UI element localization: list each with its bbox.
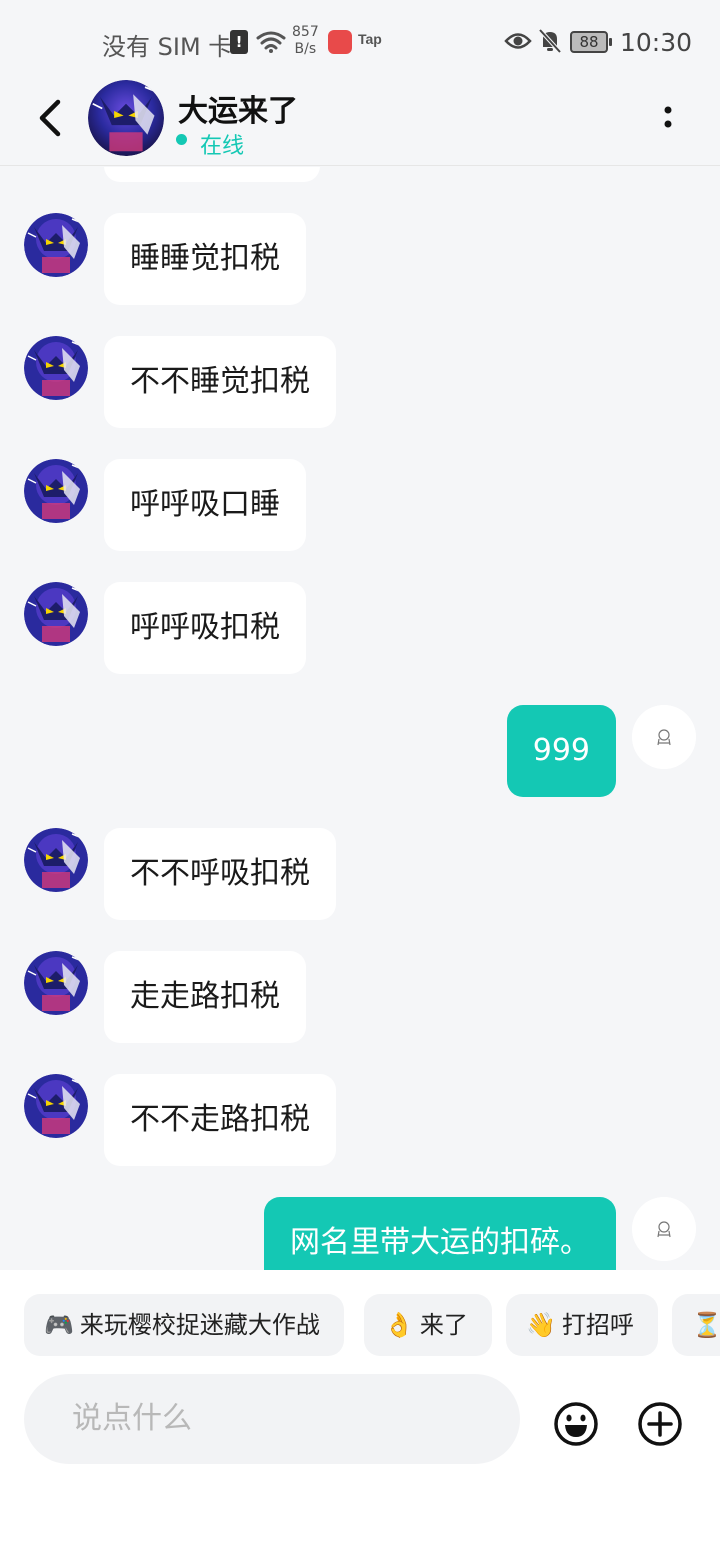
contact-avatar[interactable]	[24, 1074, 88, 1138]
contact-avatar[interactable]	[24, 336, 88, 400]
online-status: 在线	[200, 134, 245, 159]
message-bubble[interactable]: 不不睡觉扣税	[104, 336, 336, 428]
quick-reply-chip[interactable]: 🎮 来玩樱校捉迷藏大作战	[24, 1294, 344, 1356]
contact-name: 大运来了	[178, 94, 298, 129]
taptap-icon: Tap	[358, 31, 382, 47]
received-message-row: 不不走路扣税	[0, 1074, 720, 1166]
quick-reply-icon: 👌	[384, 1311, 414, 1339]
eye-icon	[504, 33, 532, 49]
speed-value: 857	[292, 24, 319, 40]
message-bubble[interactable]: 睡睡觉扣税	[104, 213, 306, 305]
quick-reply-icon: 🎮	[44, 1311, 74, 1339]
partial-message-bubble	[104, 167, 320, 182]
message-bubble[interactable]: 走走路扣税	[104, 951, 306, 1043]
received-message-row: 不不呼吸扣税	[0, 828, 720, 920]
quick-reply-chip[interactable]: ⏳	[672, 1294, 720, 1356]
contact-avatar[interactable]	[24, 951, 88, 1015]
message-bubble[interactable]: 不不走路扣税	[104, 1074, 336, 1166]
sim-alert-icon: !	[230, 30, 248, 54]
received-message-row: 睡睡觉扣税	[0, 213, 720, 305]
message-bubble[interactable]: 不不呼吸扣税	[104, 828, 336, 920]
network-speed: 857 B/s	[292, 24, 319, 58]
received-message-row: 呼呼吸口睡	[0, 459, 720, 551]
status-bar: 没有 SIM 卡 ! 857 B/s Tap 88 10:30	[0, 0, 720, 84]
sent-message-row: 999	[0, 705, 720, 797]
message-list[interactable]: 睡睡觉扣税不不睡觉扣税 呼呼吸口睡呼呼吸扣税 999 不不呼吸扣税 走走路扣税不不走路扣…	[0, 167, 720, 1270]
quick-reply-bar: 🎮 来玩樱校捉迷藏大作战 👌 来了 👋 打招呼 ⏳	[24, 1294, 720, 1356]
quick-reply-label: 打招呼	[561, 1311, 634, 1339]
quick-reply-icon: ⏳	[692, 1311, 720, 1339]
bell-off-icon	[538, 28, 562, 54]
chevron-left-icon[interactable]	[30, 96, 70, 140]
message-bubble[interactable]: 999	[506, 705, 616, 797]
quick-reply-label: 来了	[419, 1311, 468, 1339]
message-bubble[interactable]: 呼呼吸扣税	[104, 582, 306, 674]
smiley-icon[interactable]	[552, 1400, 600, 1448]
contact-avatar[interactable]	[24, 828, 88, 892]
contact-avatar[interactable]	[24, 213, 88, 277]
contact-avatar[interactable]	[24, 459, 88, 523]
chat-header: 大运来了 在线	[0, 80, 720, 166]
plus-circle-icon[interactable]	[636, 1400, 684, 1448]
carrier-text: 没有 SIM 卡	[102, 33, 233, 61]
my-avatar[interactable]	[632, 1197, 696, 1261]
battery-icon: 88	[570, 31, 612, 53]
sent-message-row: 网名里带大运的扣碎。	[0, 1197, 720, 1270]
more-vertical-icon[interactable]	[656, 100, 680, 134]
received-message-row: 呼呼吸扣税	[0, 582, 720, 674]
composer-panel: 🎮 来玩樱校捉迷藏大作战 👌 来了 👋 打招呼 ⏳	[0, 1270, 720, 1560]
message-bubble[interactable]: 呼呼吸口睡	[104, 459, 306, 551]
online-dot	[176, 134, 187, 145]
contact-avatar[interactable]	[24, 582, 88, 646]
message-input[interactable]	[24, 1374, 520, 1464]
received-message-row: 走走路扣税	[0, 951, 720, 1043]
quick-reply-chip[interactable]: 👌 来了	[364, 1294, 492, 1356]
contact-avatar[interactable]	[88, 80, 164, 156]
received-message-row: 不不睡觉扣税	[0, 336, 720, 428]
wifi-icon	[256, 31, 286, 53]
speed-unit: B/s	[294, 41, 317, 57]
message-bubble[interactable]: 网名里带大运的扣碎。	[264, 1197, 616, 1270]
clock: 10:30	[620, 28, 693, 57]
app-store-icon	[328, 30, 352, 54]
quick-reply-icon: 👋	[526, 1311, 556, 1339]
quick-reply-chip[interactable]: 👋 打招呼	[506, 1294, 658, 1356]
my-avatar[interactable]	[632, 705, 696, 769]
quick-reply-label: 来玩樱校捉迷藏大作战	[79, 1311, 320, 1339]
